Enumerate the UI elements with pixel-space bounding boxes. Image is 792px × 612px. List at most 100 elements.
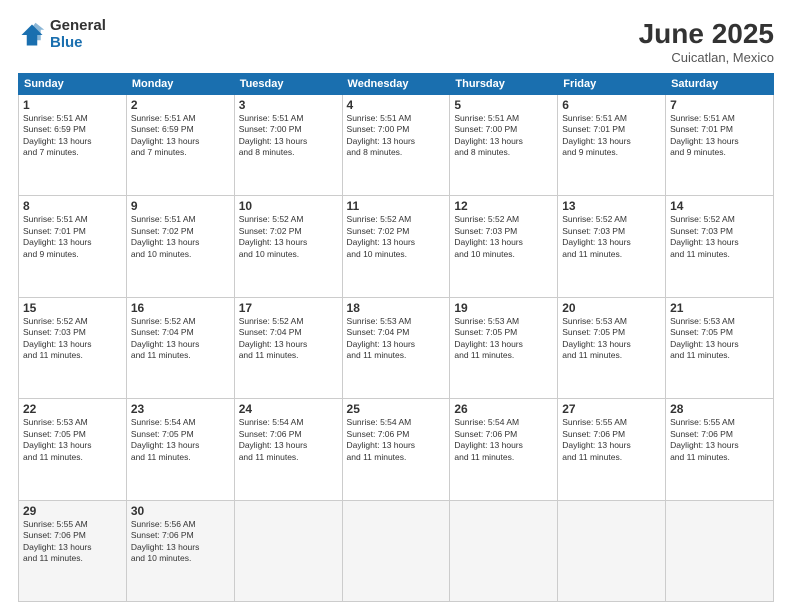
- table-cell: 25Sunrise: 5:54 AM Sunset: 7:06 PM Dayli…: [342, 399, 450, 500]
- subtitle: Cuicatlan, Mexico: [639, 50, 774, 65]
- cell-text: Sunrise: 5:51 AM Sunset: 7:01 PM Dayligh…: [670, 113, 769, 159]
- cell-text: Sunrise: 5:52 AM Sunset: 7:02 PM Dayligh…: [239, 214, 338, 260]
- day-number: 19: [454, 301, 553, 315]
- day-number: 9: [131, 199, 230, 213]
- week-row-1: 1Sunrise: 5:51 AM Sunset: 6:59 PM Daylig…: [19, 95, 774, 196]
- day-number: 14: [670, 199, 769, 213]
- day-number: 13: [562, 199, 661, 213]
- calendar-body: 1Sunrise: 5:51 AM Sunset: 6:59 PM Daylig…: [19, 95, 774, 602]
- table-cell: [558, 500, 666, 601]
- table-cell: 8Sunrise: 5:51 AM Sunset: 7:01 PM Daylig…: [19, 196, 127, 297]
- table-cell: 11Sunrise: 5:52 AM Sunset: 7:02 PM Dayli…: [342, 196, 450, 297]
- table-cell: 2Sunrise: 5:51 AM Sunset: 6:59 PM Daylig…: [126, 95, 234, 196]
- week-row-2: 8Sunrise: 5:51 AM Sunset: 7:01 PM Daylig…: [19, 196, 774, 297]
- day-number: 27: [562, 402, 661, 416]
- cell-text: Sunrise: 5:51 AM Sunset: 6:59 PM Dayligh…: [131, 113, 230, 159]
- col-saturday: Saturday: [666, 74, 774, 95]
- day-number: 12: [454, 199, 553, 213]
- cell-text: Sunrise: 5:51 AM Sunset: 7:02 PM Dayligh…: [131, 214, 230, 260]
- col-friday: Friday: [558, 74, 666, 95]
- table-cell: 23Sunrise: 5:54 AM Sunset: 7:05 PM Dayli…: [126, 399, 234, 500]
- table-cell: 27Sunrise: 5:55 AM Sunset: 7:06 PM Dayli…: [558, 399, 666, 500]
- day-number: 8: [23, 199, 122, 213]
- table-cell: 20Sunrise: 5:53 AM Sunset: 7:05 PM Dayli…: [558, 297, 666, 398]
- day-number: 3: [239, 98, 338, 112]
- table-cell: 18Sunrise: 5:53 AM Sunset: 7:04 PM Dayli…: [342, 297, 450, 398]
- cell-text: Sunrise: 5:53 AM Sunset: 7:05 PM Dayligh…: [454, 316, 553, 362]
- cell-text: Sunrise: 5:51 AM Sunset: 7:00 PM Dayligh…: [454, 113, 553, 159]
- day-number: 23: [131, 402, 230, 416]
- table-cell: [234, 500, 342, 601]
- week-row-3: 15Sunrise: 5:52 AM Sunset: 7:03 PM Dayli…: [19, 297, 774, 398]
- table-cell: 24Sunrise: 5:54 AM Sunset: 7:06 PM Dayli…: [234, 399, 342, 500]
- day-number: 24: [239, 402, 338, 416]
- cell-text: Sunrise: 5:51 AM Sunset: 6:59 PM Dayligh…: [23, 113, 122, 159]
- day-number: 25: [347, 402, 446, 416]
- calendar-header: Sunday Monday Tuesday Wednesday Thursday…: [19, 74, 774, 95]
- cell-text: Sunrise: 5:52 AM Sunset: 7:03 PM Dayligh…: [23, 316, 122, 362]
- table-cell: 26Sunrise: 5:54 AM Sunset: 7:06 PM Dayli…: [450, 399, 558, 500]
- table-cell: 16Sunrise: 5:52 AM Sunset: 7:04 PM Dayli…: [126, 297, 234, 398]
- month-title: June 2025: [639, 18, 774, 50]
- cell-text: Sunrise: 5:51 AM Sunset: 7:01 PM Dayligh…: [23, 214, 122, 260]
- cell-text: Sunrise: 5:55 AM Sunset: 7:06 PM Dayligh…: [23, 519, 122, 565]
- table-cell: 1Sunrise: 5:51 AM Sunset: 6:59 PM Daylig…: [19, 95, 127, 196]
- calendar-table: Sunday Monday Tuesday Wednesday Thursday…: [18, 73, 774, 602]
- title-block: June 2025 Cuicatlan, Mexico: [639, 18, 774, 65]
- table-cell: 5Sunrise: 5:51 AM Sunset: 7:00 PM Daylig…: [450, 95, 558, 196]
- cell-text: Sunrise: 5:52 AM Sunset: 7:03 PM Dayligh…: [670, 214, 769, 260]
- table-cell: 15Sunrise: 5:52 AM Sunset: 7:03 PM Dayli…: [19, 297, 127, 398]
- logo-blue-text: Blue: [50, 35, 106, 52]
- cell-text: Sunrise: 5:52 AM Sunset: 7:03 PM Dayligh…: [454, 214, 553, 260]
- table-cell: 10Sunrise: 5:52 AM Sunset: 7:02 PM Dayli…: [234, 196, 342, 297]
- table-cell: 28Sunrise: 5:55 AM Sunset: 7:06 PM Dayli…: [666, 399, 774, 500]
- table-cell: 21Sunrise: 5:53 AM Sunset: 7:05 PM Dayli…: [666, 297, 774, 398]
- day-number: 29: [23, 504, 122, 518]
- table-cell: 9Sunrise: 5:51 AM Sunset: 7:02 PM Daylig…: [126, 196, 234, 297]
- week-row-5: 29Sunrise: 5:55 AM Sunset: 7:06 PM Dayli…: [19, 500, 774, 601]
- logo-text: General Blue: [50, 18, 106, 51]
- cell-text: Sunrise: 5:56 AM Sunset: 7:06 PM Dayligh…: [131, 519, 230, 565]
- day-number: 22: [23, 402, 122, 416]
- day-number: 20: [562, 301, 661, 315]
- table-cell: [666, 500, 774, 601]
- cell-text: Sunrise: 5:55 AM Sunset: 7:06 PM Dayligh…: [670, 417, 769, 463]
- cell-text: Sunrise: 5:53 AM Sunset: 7:05 PM Dayligh…: [670, 316, 769, 362]
- table-cell: 19Sunrise: 5:53 AM Sunset: 7:05 PM Dayli…: [450, 297, 558, 398]
- header-row: Sunday Monday Tuesday Wednesday Thursday…: [19, 74, 774, 95]
- day-number: 21: [670, 301, 769, 315]
- table-cell: 13Sunrise: 5:52 AM Sunset: 7:03 PM Dayli…: [558, 196, 666, 297]
- cell-text: Sunrise: 5:55 AM Sunset: 7:06 PM Dayligh…: [562, 417, 661, 463]
- table-cell: 30Sunrise: 5:56 AM Sunset: 7:06 PM Dayli…: [126, 500, 234, 601]
- day-number: 26: [454, 402, 553, 416]
- logo: General Blue: [18, 18, 106, 51]
- day-number: 2: [131, 98, 230, 112]
- day-number: 28: [670, 402, 769, 416]
- cell-text: Sunrise: 5:51 AM Sunset: 7:01 PM Dayligh…: [562, 113, 661, 159]
- cell-text: Sunrise: 5:52 AM Sunset: 7:03 PM Dayligh…: [562, 214, 661, 260]
- day-number: 1: [23, 98, 122, 112]
- col-monday: Monday: [126, 74, 234, 95]
- page: General Blue June 2025 Cuicatlan, Mexico…: [0, 0, 792, 612]
- table-cell: [450, 500, 558, 601]
- day-number: 18: [347, 301, 446, 315]
- table-cell: 12Sunrise: 5:52 AM Sunset: 7:03 PM Dayli…: [450, 196, 558, 297]
- col-sunday: Sunday: [19, 74, 127, 95]
- table-cell: 14Sunrise: 5:52 AM Sunset: 7:03 PM Dayli…: [666, 196, 774, 297]
- cell-text: Sunrise: 5:53 AM Sunset: 7:05 PM Dayligh…: [23, 417, 122, 463]
- cell-text: Sunrise: 5:54 AM Sunset: 7:06 PM Dayligh…: [454, 417, 553, 463]
- day-number: 5: [454, 98, 553, 112]
- day-number: 16: [131, 301, 230, 315]
- cell-text: Sunrise: 5:54 AM Sunset: 7:06 PM Dayligh…: [347, 417, 446, 463]
- day-number: 15: [23, 301, 122, 315]
- cell-text: Sunrise: 5:51 AM Sunset: 7:00 PM Dayligh…: [239, 113, 338, 159]
- table-cell: 22Sunrise: 5:53 AM Sunset: 7:05 PM Dayli…: [19, 399, 127, 500]
- table-cell: 17Sunrise: 5:52 AM Sunset: 7:04 PM Dayli…: [234, 297, 342, 398]
- col-thursday: Thursday: [450, 74, 558, 95]
- week-row-4: 22Sunrise: 5:53 AM Sunset: 7:05 PM Dayli…: [19, 399, 774, 500]
- day-number: 11: [347, 199, 446, 213]
- table-cell: 29Sunrise: 5:55 AM Sunset: 7:06 PM Dayli…: [19, 500, 127, 601]
- day-number: 6: [562, 98, 661, 112]
- day-number: 17: [239, 301, 338, 315]
- header: General Blue June 2025 Cuicatlan, Mexico: [18, 18, 774, 65]
